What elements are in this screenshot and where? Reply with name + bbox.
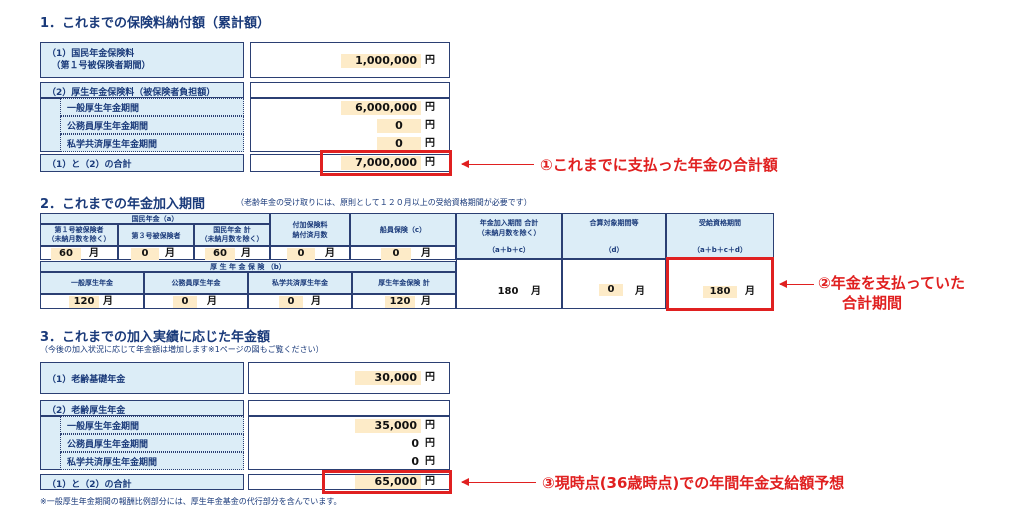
cell-k-total: 120 月	[352, 294, 456, 309]
u-dai3: 月	[165, 248, 175, 259]
u-kanyu-total: 月	[531, 286, 541, 297]
s1-row5-label: 私学共済厚生年金期間	[60, 134, 244, 152]
s1-row3-value: 6,000,000	[341, 101, 421, 115]
u-k-ippan: 月	[103, 296, 113, 307]
s1-row1-unit: 円	[425, 55, 435, 66]
s3-row3-value: 35,000	[355, 419, 421, 433]
cell-gassan: 0 月	[562, 259, 666, 309]
v-dai3: 0	[131, 248, 159, 260]
col-gassan-formula: （d）	[604, 246, 624, 254]
s1-total-label: （1）と（2）の合計	[40, 154, 244, 172]
s3-row1-value: 30,000	[355, 371, 421, 385]
s1-sub-values: 6,000,000 円 0 円 0 円	[250, 98, 450, 152]
annotation-3: ③現時点(36歳時点)での年間年金支給額予想	[542, 474, 845, 492]
section2-title: 2．これまでの年金加入期間	[40, 197, 206, 212]
kokumin-header: 国民年金（a）	[40, 213, 270, 224]
u-senin: 月	[421, 248, 431, 259]
annotation-2-line2: 合計期間	[842, 294, 903, 312]
s1-row4-label: 公務員厚生年金期間	[60, 116, 244, 134]
kcol-shigaku: 私学共済厚生年金	[248, 272, 352, 294]
u-k-komuin: 月	[207, 296, 217, 307]
s1-row4-unit: 円	[425, 120, 435, 131]
arrow-1	[461, 160, 534, 168]
col-kokumin-total: 国民年金 計 （未納月数を除く）	[194, 224, 270, 246]
s1-row2-value-cell	[250, 82, 450, 98]
u-k-shigaku: 月	[311, 296, 321, 307]
u-kokumin-total: 月	[241, 248, 251, 259]
s1-row1-value-cell: 1,000,000 円	[250, 42, 450, 78]
annotation-2-line1: ②年金を支払っていた	[818, 274, 965, 292]
section2-note: （老齢年金の受け取りには、原則として１２０月以上の受給資格期間が必要です）	[236, 198, 532, 207]
cell-kokumin-total: 60 月	[194, 246, 270, 260]
v-kanyu-total: 180	[493, 286, 523, 298]
s3-row3-unit: 円	[425, 420, 435, 431]
s1-row3-label: 一般厚生年金期間	[60, 98, 244, 116]
kosei-header: 厚 生 年 金 保 険 （b）	[40, 261, 456, 272]
s3-row4-value: 0	[403, 437, 423, 451]
v-k-ippan: 120	[69, 296, 99, 308]
col-senin: 船員保険（c）	[350, 213, 456, 246]
kcol-komuin: 公務員厚生年金	[144, 272, 248, 294]
s1-row5-unit: 円	[425, 138, 435, 149]
s3-row1-cell: 30,000 円	[248, 362, 450, 394]
arrow-2	[779, 280, 814, 288]
cell-dai1: 60 月	[40, 246, 118, 260]
cell-senin: 0 月	[350, 246, 456, 260]
v-k-total: 120	[385, 296, 415, 308]
s1-row1-label: （1）国民年金保険料 （第１号被保険者期間）	[40, 42, 244, 78]
v-fuka: 0	[287, 248, 315, 260]
col-jukyu-formula: （a＋b＋c＋d）	[693, 246, 747, 254]
s1-row4-value: 0	[377, 119, 421, 133]
v-k-shigaku: 0	[279, 296, 303, 308]
s2-highlight-box	[666, 257, 774, 311]
s3-row4-label: 公務員厚生年金期間	[60, 434, 244, 452]
s3-row2-label: （2）老齢厚生年金	[40, 400, 244, 416]
col-dai1: 第１号被保険者 （未納月数を除く）	[40, 224, 118, 246]
cell-fuka: 0 月	[270, 246, 350, 260]
v-gassan: 0	[599, 284, 623, 296]
cell-k-ippan: 120 月	[40, 294, 144, 309]
cell-k-shigaku: 0 月	[248, 294, 352, 309]
u-gassan: 月	[635, 286, 645, 297]
s1-row2-label: （2）厚生年金保険料（被保険者負担額）	[40, 82, 244, 98]
col-kanyu-formula: （a＋b＋c）	[488, 246, 530, 254]
kcol-ippan: 一般厚生年金	[40, 272, 144, 294]
s3-row5-label: 私学共済厚生年金期間	[60, 452, 244, 470]
cell-dai3: 0 月	[118, 246, 194, 260]
col-dai3: 第３号被保険者	[118, 224, 194, 246]
arrow-3	[461, 478, 536, 486]
v-k-komuin: 0	[173, 296, 197, 308]
annotation-1: ①これまでに支払った年金の合計額	[540, 156, 778, 174]
s1-highlight-box	[320, 150, 452, 176]
v-kokumin-total: 60	[205, 248, 235, 260]
s3-row5-value: 0	[403, 455, 423, 469]
u-fuka: 月	[325, 248, 335, 259]
s3-sub-values: 35,000 円 0 円 0 円	[248, 416, 450, 470]
s1-row5-value: 0	[377, 137, 421, 151]
section1-title: 1．これまでの保険料納付額（累計額）	[40, 16, 271, 31]
v-senin: 0	[381, 248, 411, 260]
s3-total-label: （1）と（2）の合計	[40, 474, 244, 490]
u-dai1: 月	[89, 248, 99, 259]
section3-title: 3．これまでの加入実績に応じた年金額	[40, 330, 271, 345]
s1-row3-unit: 円	[425, 102, 435, 113]
s3-row1-unit: 円	[425, 372, 435, 383]
v-dai1: 60	[51, 248, 81, 260]
u-k-total: 月	[421, 296, 431, 307]
s3-row3-label: 一般厚生年金期間	[60, 416, 244, 434]
col-fuka: 付加保険料 納付済月数	[270, 213, 350, 246]
cell-kanyu-total: 180 月	[456, 259, 562, 309]
s3-row2-cell	[248, 400, 450, 416]
kcol-kosei-total: 厚生年金保険 計	[352, 272, 456, 294]
cell-k-komuin: 0 月	[144, 294, 248, 309]
s3-highlight-box	[322, 470, 452, 494]
s3-row1-label: （1）老齢基礎年金	[40, 362, 244, 394]
s1-row1-value: 1,000,000	[341, 54, 421, 68]
section3-subtitle: （今後の加入状況に応じて年金額は増加します※1ページの図もご覧ください）	[40, 345, 324, 354]
s3-row4-unit: 円	[425, 438, 435, 449]
section3-footnote: ※一般厚生年金期間の報酬比例部分には、厚生年金基金の代行部分を含んでいます。	[40, 497, 342, 506]
s3-row5-unit: 円	[425, 456, 435, 467]
